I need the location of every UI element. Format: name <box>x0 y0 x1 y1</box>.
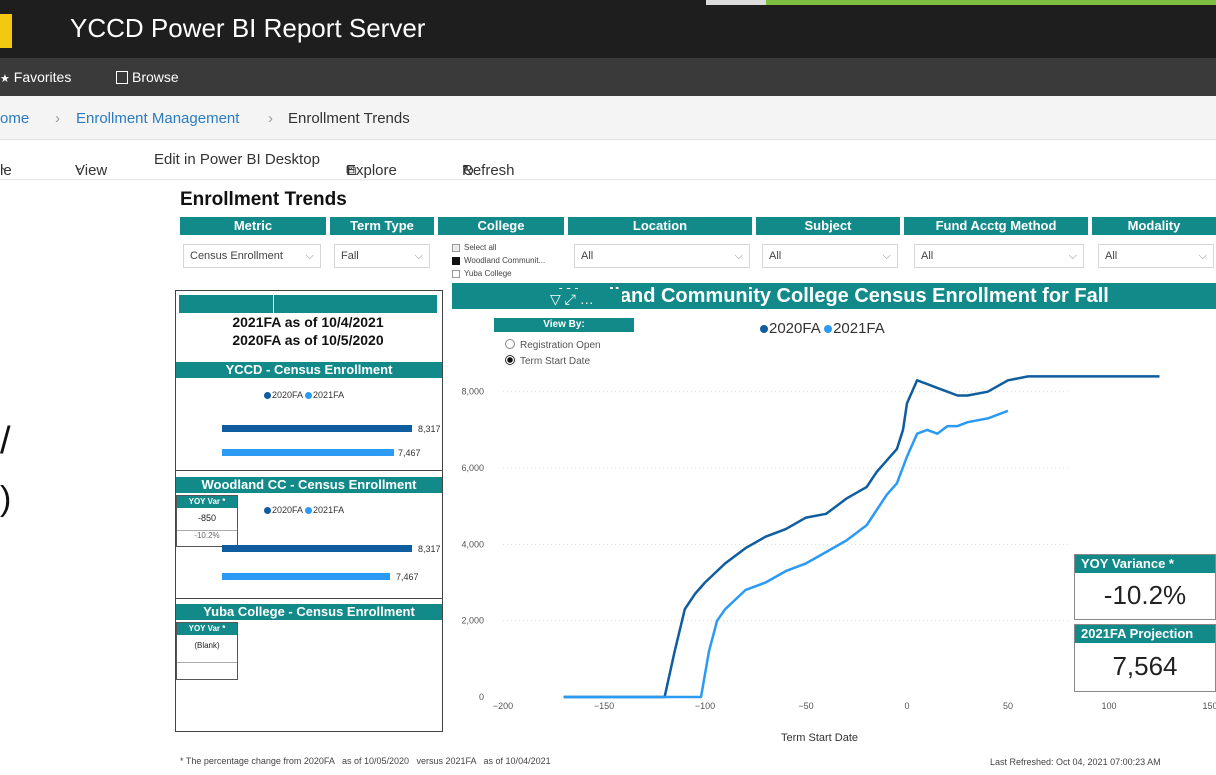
x-axis-label: Term Start Date <box>781 732 859 744</box>
x-tick-label: −50 <box>798 701 813 711</box>
footnote: * The percentage change from 2020FA as o… <box>180 756 551 766</box>
y-tick-label: 2,000 <box>461 616 484 626</box>
y-tick-label: 6,000 <box>461 463 484 473</box>
projection-value: 7,564 <box>1112 651 1178 681</box>
y-tick-label: 8,000 <box>461 387 484 397</box>
y-tick-label: 4,000 <box>461 539 484 549</box>
series-line-2021FA <box>563 409 1009 699</box>
y-tick-label: 0 <box>479 692 484 702</box>
yoy-variance-card: YOY Variance * -10.2% <box>1074 554 1216 620</box>
x-tick-label: −150 <box>594 701 614 711</box>
x-tick-label: 50 <box>1003 701 1013 711</box>
enrollment-line-chart: 0 2,000 4,000 6,000 8,000 −200 −150 −100 −50 0 50 1… <box>461 375 1216 711</box>
x-tick-label: 0 <box>904 701 909 711</box>
series-line-2020FA <box>563 375 1160 699</box>
x-tick-label: 150 <box>1202 701 1216 711</box>
yoy-variance-value: -10.2% <box>1103 580 1187 610</box>
x-tick-label: 100 <box>1101 701 1116 711</box>
projection-card: 2021FA Projection 7,564 <box>1074 624 1216 692</box>
last-refreshed: Last Refreshed: Oct 04, 2021 07:00:23 AM <box>990 757 1161 767</box>
x-tick-label: −200 <box>493 701 513 711</box>
yoy-variance-title: YOY Variance * <box>1075 555 1215 573</box>
x-tick-label: −100 <box>695 701 715 711</box>
projection-title: 2021FA Projection <box>1075 625 1215 643</box>
